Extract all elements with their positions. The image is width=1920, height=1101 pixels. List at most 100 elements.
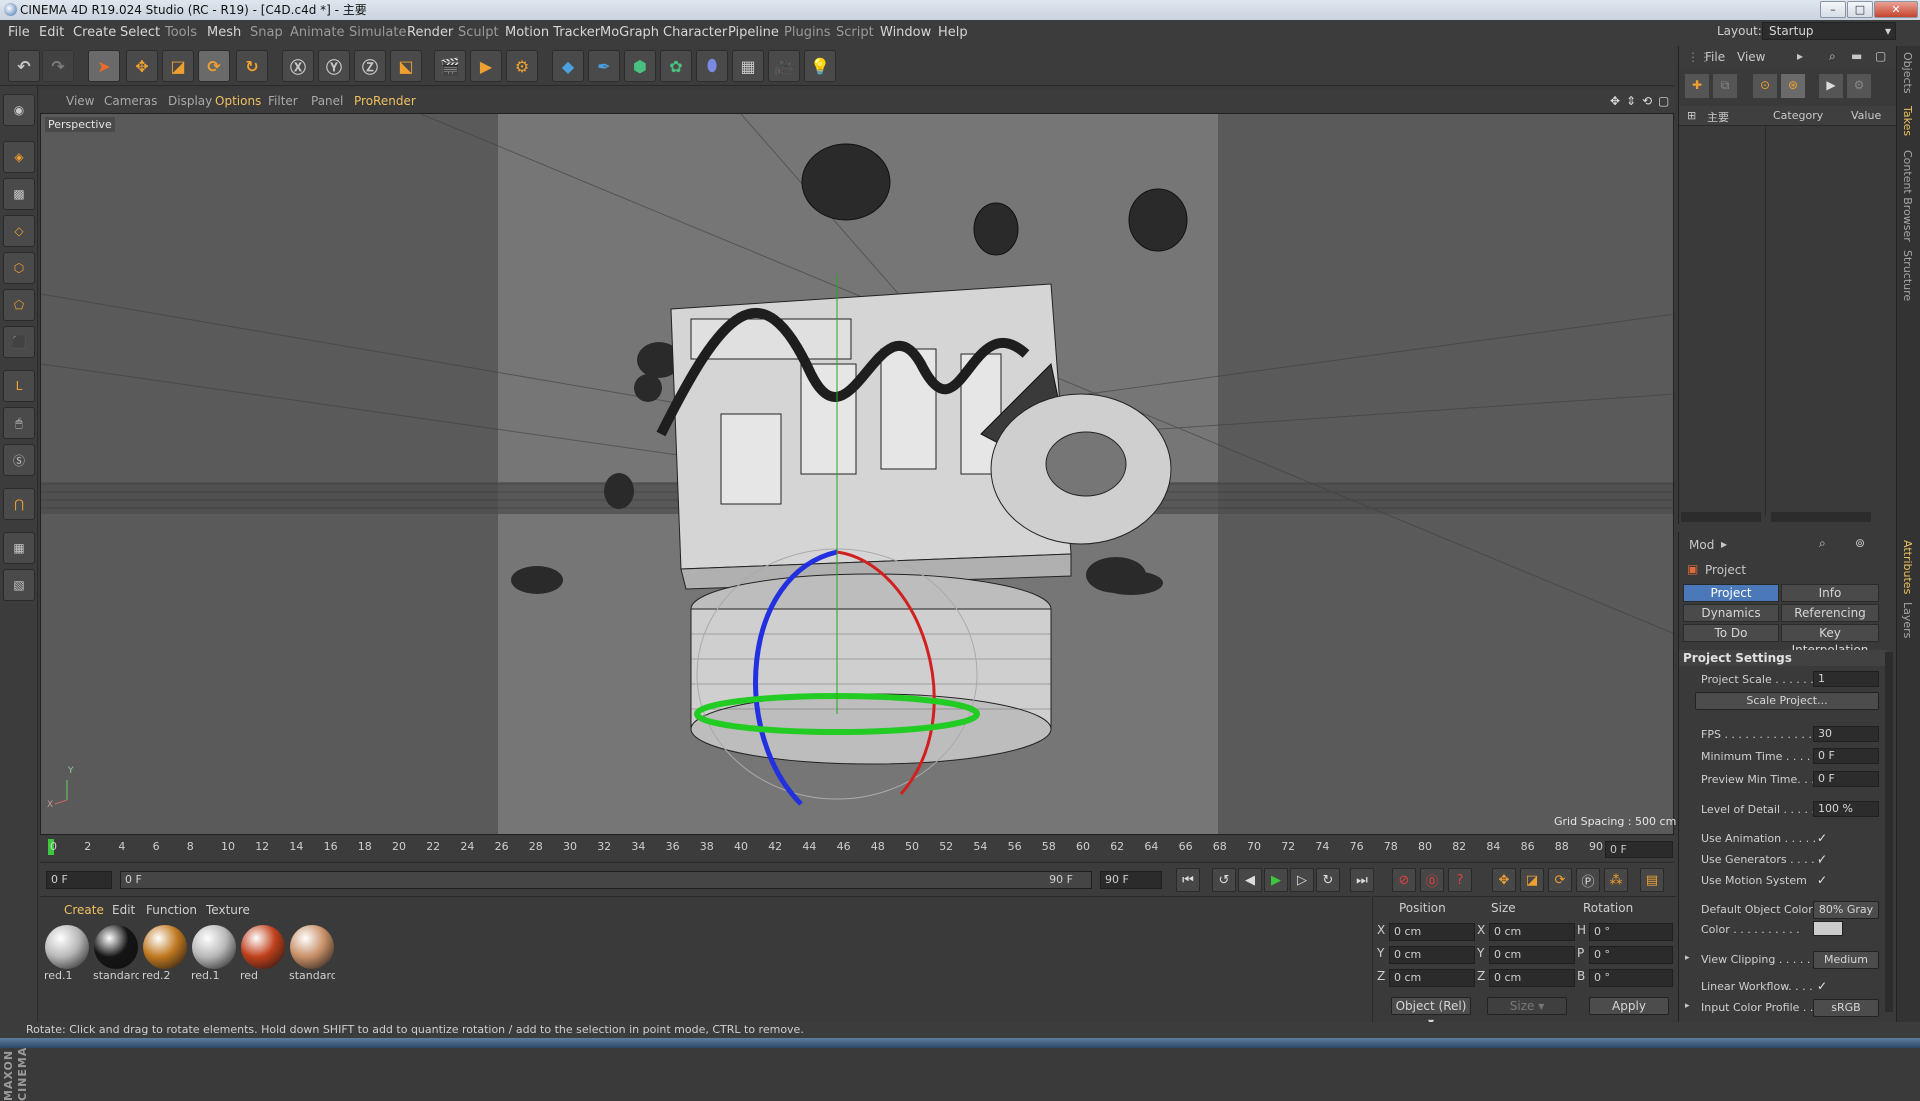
apply-button[interactable]: Apply bbox=[1589, 997, 1669, 1015]
viewport-menu-panel[interactable]: Panel bbox=[311, 94, 343, 108]
menu-sculpt[interactable]: Sculpt bbox=[458, 25, 499, 40]
current-frame-field[interactable]: 0 F bbox=[1605, 841, 1673, 858]
go-to-start-button[interactable]: ⏮ bbox=[1176, 868, 1200, 892]
use-motion-system-checkbox[interactable]: ✓ bbox=[1817, 874, 1831, 888]
coordinate-system-button[interactable]: ⬕ bbox=[390, 50, 422, 82]
take-clone-icon[interactable]: ⧉ bbox=[1713, 74, 1737, 98]
viewport-rotate-icon[interactable]: ⟲ bbox=[1642, 94, 1652, 108]
x-axis-lock-button[interactable]: Ⓧ bbox=[282, 50, 314, 82]
take-render-icon[interactable]: ▶ bbox=[1819, 74, 1843, 98]
menu-plugins[interactable]: Plugins bbox=[784, 25, 831, 40]
viewport-menu-display[interactable]: Display bbox=[168, 94, 212, 108]
menu-select[interactable]: Select bbox=[120, 25, 160, 40]
menu-edit[interactable]: Edit bbox=[39, 25, 64, 40]
attributes-search-icon[interactable]: ⌕ bbox=[1819, 536, 1826, 551]
tab-key-interpolation[interactable]: Key Interpolation bbox=[1781, 624, 1879, 657]
minimum-time-field[interactable]: 0 F bbox=[1813, 748, 1879, 764]
level-of-detail-field[interactable]: 100 % bbox=[1813, 801, 1879, 817]
material-swatch[interactable]: red.1 bbox=[191, 925, 237, 985]
render-picture-viewer-button[interactable]: ▶ bbox=[470, 50, 502, 82]
menu-mesh[interactable]: Mesh bbox=[207, 25, 241, 40]
side-tab-attributes[interactable]: Attributes bbox=[1901, 540, 1914, 594]
recent-tool-button[interactable]: ↻ bbox=[236, 50, 268, 82]
record-point-level-button[interactable]: ⁂ bbox=[1604, 868, 1628, 892]
material-menu-edit[interactable]: Edit bbox=[112, 903, 135, 917]
panel-menu-icon[interactable]: ▬ bbox=[1851, 49, 1862, 63]
record-keys-button[interactable]: ⊘ bbox=[1392, 868, 1416, 892]
menu-render[interactable]: Render bbox=[407, 25, 453, 40]
position-field[interactable]: 0 cm bbox=[1389, 969, 1475, 987]
polygons-mode-button[interactable]: ⬛ bbox=[3, 326, 35, 358]
make-editable-button[interactable]: ◉ bbox=[3, 94, 35, 126]
expand-arrow-icon[interactable]: ▸ bbox=[1797, 49, 1803, 63]
go-to-end-button[interactable]: ⏭ bbox=[1350, 868, 1374, 892]
autokeying-button[interactable]: ⓪ bbox=[1420, 868, 1444, 892]
menu-simulate[interactable]: Simulate bbox=[349, 25, 406, 40]
minimize-button[interactable]: – bbox=[1820, 1, 1846, 18]
rotation-field[interactable]: 0 ° bbox=[1589, 969, 1673, 987]
material-menu-texture[interactable]: Texture bbox=[206, 903, 250, 917]
next-key-button[interactable]: ↻ bbox=[1316, 868, 1340, 892]
edges-mode-button[interactable]: ⬠ bbox=[3, 289, 35, 321]
maximize-button[interactable]: □ bbox=[1847, 1, 1873, 18]
undo-button[interactable]: ↶ bbox=[8, 50, 40, 82]
axis-mode-button[interactable]: L bbox=[3, 370, 35, 402]
mode-arrow-icon[interactable]: ▸ bbox=[1721, 537, 1727, 551]
add-floor-button[interactable]: ▦ bbox=[732, 50, 764, 82]
color-swatch[interactable] bbox=[1813, 921, 1843, 936]
coordinate-mode-select[interactable]: Object (Rel) ▾ bbox=[1391, 997, 1471, 1029]
viewport-maximize-icon[interactable]: ▢ bbox=[1658, 94, 1669, 108]
preview-range-slider[interactable]: 0 F 90 F bbox=[120, 871, 1092, 889]
attributes-scrollbar[interactable] bbox=[1885, 652, 1893, 1012]
timeline-ruler[interactable]: 0 2 4 6 8 10 12 14 16 18 20 22 24 26 28 30 32 34 36 38 40 42 4… bbox=[40, 836, 1674, 860]
side-tab-layers[interactable]: Layers bbox=[1901, 602, 1914, 638]
menu-motion-tracker[interactable]: Motion Tracker bbox=[505, 25, 600, 40]
keyframe-selection-button[interactable]: ? bbox=[1448, 868, 1472, 892]
y-axis-lock-button[interactable]: Ⓨ bbox=[318, 50, 350, 82]
objects-menu-file[interactable]: File bbox=[1705, 50, 1725, 64]
move-tool-button[interactable]: ✥ bbox=[126, 50, 158, 82]
lock-workplane-button[interactable]: ▦ bbox=[3, 532, 35, 564]
record-scale-button[interactable]: ◪ bbox=[1520, 868, 1544, 892]
material-swatch[interactable]: standard bbox=[289, 925, 335, 985]
position-field[interactable]: 0 cm bbox=[1389, 946, 1475, 964]
take-lock-icon[interactable]: ⊛ bbox=[1781, 74, 1805, 98]
side-tab-content-browser[interactable]: Content Browser bbox=[1901, 150, 1914, 242]
tab-dynamics[interactable]: Dynamics bbox=[1683, 604, 1779, 622]
tab-to-do[interactable]: To Do bbox=[1683, 624, 1779, 642]
scale-project-button[interactable]: Scale Project... bbox=[1695, 692, 1879, 710]
material-swatch[interactable]: red bbox=[240, 925, 286, 985]
points-mode-button[interactable]: ⬡ bbox=[3, 252, 35, 284]
search-icon[interactable]: ⌕ bbox=[1829, 49, 1836, 64]
menu-file[interactable]: File bbox=[8, 25, 30, 40]
previous-frame-button[interactable]: ◀ bbox=[1238, 868, 1262, 892]
preview-min-time-field[interactable]: 0 F bbox=[1813, 771, 1879, 787]
menu-tools[interactable]: Tools bbox=[165, 25, 197, 40]
rotation-field[interactable]: 0 ° bbox=[1589, 946, 1673, 964]
size-field[interactable]: 0 cm bbox=[1489, 923, 1575, 941]
use-animation-checkbox[interactable]: ✓ bbox=[1817, 832, 1831, 846]
side-tab-structure[interactable]: Structure bbox=[1901, 250, 1914, 301]
previous-key-button[interactable]: ↺ bbox=[1212, 868, 1236, 892]
menu-help[interactable]: Help bbox=[938, 25, 968, 40]
workplane-mode-button[interactable]: ◇ bbox=[3, 215, 35, 247]
menu-window[interactable]: Window bbox=[880, 25, 931, 40]
horizontal-scrollbar-left[interactable] bbox=[1681, 512, 1761, 522]
z-axis-lock-button[interactable]: Ⓩ bbox=[354, 50, 386, 82]
tab-referencing[interactable]: Referencing bbox=[1781, 604, 1879, 622]
linear-workflow-checkbox[interactable]: ✓ bbox=[1817, 980, 1831, 994]
redo-button[interactable]: ↷ bbox=[42, 50, 74, 82]
viewport-menu-filter[interactable]: Filter bbox=[268, 94, 298, 108]
menu-create[interactable]: Create bbox=[73, 25, 116, 40]
objects-menu-view[interactable]: View bbox=[1737, 50, 1765, 64]
model-mode-button[interactable]: ◈ bbox=[3, 141, 35, 173]
side-tab-takes[interactable]: Takes bbox=[1901, 106, 1914, 136]
menu-character[interactable]: Character bbox=[663, 25, 727, 40]
tab-info[interactable]: Info bbox=[1781, 584, 1879, 602]
take-add-icon[interactable]: ✚ bbox=[1685, 74, 1709, 98]
rotation-field[interactable]: 0 ° bbox=[1589, 923, 1673, 941]
material-swatch[interactable]: red.1 bbox=[44, 925, 90, 985]
attributes-mode-menu[interactable]: Mod bbox=[1689, 538, 1714, 552]
add-camera-button[interactable]: 🎥 bbox=[768, 50, 800, 82]
menu-script[interactable]: Script bbox=[836, 25, 874, 40]
